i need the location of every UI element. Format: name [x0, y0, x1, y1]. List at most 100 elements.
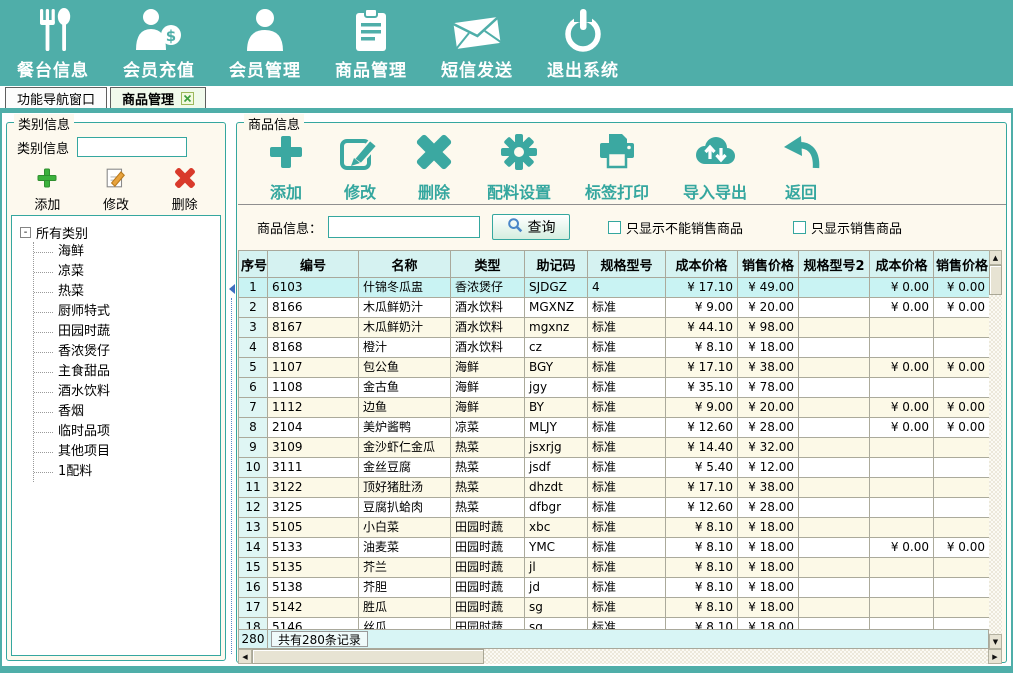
table-cell[interactable]: 热菜 — [451, 498, 525, 518]
column-header[interactable]: 销售价格 — [934, 251, 990, 278]
row-number-cell[interactable]: 6 — [239, 378, 268, 398]
table-cell[interactable]: 美炉酱鸭 — [359, 418, 451, 438]
column-header[interactable]: 编号 — [268, 251, 359, 278]
table-cell[interactable]: 豆腐扒蛤肉 — [359, 498, 451, 518]
table-cell[interactable]: 标准 — [588, 518, 666, 538]
table-cell[interactable]: ¥ 28.00 — [738, 498, 799, 518]
table-row[interactable]: 16103什锦冬瓜盅香浓煲仔SJDGZ4¥ 17.10¥ 49.00¥ 0.00… — [239, 278, 990, 298]
table-cell[interactable]: 标准 — [588, 438, 666, 458]
table-cell[interactable] — [799, 318, 870, 338]
category-delete-button[interactable]: 删除 — [172, 167, 198, 213]
table-cell[interactable]: 海鲜 — [451, 358, 525, 378]
table-cell[interactable]: 8168 — [268, 338, 359, 358]
table-cell[interactable]: dfbgr — [525, 498, 588, 518]
table-cell[interactable] — [934, 558, 990, 578]
table-cell[interactable]: ¥ 0.00 — [870, 538, 934, 558]
table-cell[interactable] — [870, 438, 934, 458]
row-number-cell[interactable]: 11 — [239, 478, 268, 498]
tab-product-mgmt[interactable]: 商品管理 — [110, 87, 206, 108]
query-button[interactable]: 查询 — [492, 214, 570, 240]
table-cell[interactable]: ¥ 12.60 — [666, 418, 738, 438]
column-header[interactable]: 名称 — [359, 251, 451, 278]
table-cell[interactable]: ¥ 49.00 — [738, 278, 799, 298]
table-cell[interactable]: 芥胆 — [359, 578, 451, 598]
table-cell[interactable]: ¥ 18.00 — [738, 618, 799, 630]
table-cell[interactable]: YMC — [525, 538, 588, 558]
table-cell[interactable]: ¥ 78.00 — [738, 378, 799, 398]
table-cell[interactable] — [870, 518, 934, 538]
table-cell[interactable] — [799, 598, 870, 618]
table-cell[interactable]: 4 — [588, 278, 666, 298]
table-cell[interactable]: 1108 — [268, 378, 359, 398]
scrollbar-thumb[interactable] — [252, 649, 484, 664]
label-print-button[interactable]: 标签打印 — [585, 133, 649, 203]
table-cell[interactable] — [870, 598, 934, 618]
toolbar-button-table-info[interactable]: 餐台信息 — [14, 5, 92, 81]
row-number-cell[interactable]: 13 — [239, 518, 268, 538]
table-cell[interactable]: ¥ 8.10 — [666, 578, 738, 598]
table-cell[interactable]: ¥ 32.00 — [738, 438, 799, 458]
product-add-button[interactable]: 添加 — [267, 133, 305, 203]
tree-item[interactable]: 凉菜 — [34, 262, 220, 282]
table-cell[interactable] — [799, 458, 870, 478]
row-number-cell[interactable]: 14 — [239, 538, 268, 558]
table-cell[interactable] — [799, 618, 870, 630]
table-cell[interactable] — [870, 478, 934, 498]
row-number-cell[interactable]: 9 — [239, 438, 268, 458]
table-cell[interactable]: 酒水饮料 — [451, 298, 525, 318]
table-cell[interactable]: 海鲜 — [451, 398, 525, 418]
table-cell[interactable] — [870, 498, 934, 518]
table-cell[interactable]: 标准 — [588, 578, 666, 598]
table-cell[interactable]: ¥ 18.00 — [738, 578, 799, 598]
table-cell[interactable]: ¥ 18.00 — [738, 558, 799, 578]
table-cell[interactable]: ¥ 0.00 — [870, 418, 934, 438]
row-number-cell[interactable]: 12 — [239, 498, 268, 518]
vertical-scrollbar[interactable]: ▲ ▼ — [989, 250, 1002, 649]
table-cell[interactable]: ¥ 5.40 — [666, 458, 738, 478]
scrollbar-track[interactable] — [989, 265, 1002, 634]
table-cell[interactable]: 包公鱼 — [359, 358, 451, 378]
table-cell[interactable]: 标准 — [588, 338, 666, 358]
table-cell[interactable]: ¥ 0.00 — [870, 398, 934, 418]
table-cell[interactable]: ¥ 8.10 — [666, 558, 738, 578]
table-cell[interactable]: jgy — [525, 378, 588, 398]
scroll-up-arrow-icon[interactable]: ▲ — [989, 250, 1002, 265]
table-cell[interactable] — [870, 578, 934, 598]
table-cell[interactable]: sg — [525, 598, 588, 618]
tab-nav-window[interactable]: 功能导航窗口 — [5, 87, 107, 108]
search-input[interactable] — [328, 216, 480, 238]
table-cell[interactable] — [934, 318, 990, 338]
table-cell[interactable]: 田园时蔬 — [451, 598, 525, 618]
table-cell[interactable] — [934, 518, 990, 538]
table-cell[interactable]: xbc — [525, 518, 588, 538]
table-cell[interactable]: 5105 — [268, 518, 359, 538]
table-row[interactable]: 71112边鱼海鲜BY标准¥ 9.00¥ 20.00¥ 0.00¥ 0.00 — [239, 398, 990, 418]
table-cell[interactable]: 标准 — [588, 538, 666, 558]
table-cell[interactable]: 标准 — [588, 558, 666, 578]
table-cell[interactable]: ¥ 38.00 — [738, 478, 799, 498]
table-cell[interactable]: 胜瓜 — [359, 598, 451, 618]
table-cell[interactable]: 田园时蔬 — [451, 578, 525, 598]
table-cell[interactable]: 热菜 — [451, 438, 525, 458]
table-cell[interactable]: cz — [525, 338, 588, 358]
checkbox-icon[interactable] — [608, 221, 621, 234]
table-cell[interactable]: 香浓煲仔 — [451, 278, 525, 298]
table-cell[interactable]: 标准 — [588, 598, 666, 618]
table-row[interactable]: 185146丝瓜田园时蔬sg标准¥ 8.10¥ 18.00 — [239, 618, 990, 630]
table-cell[interactable]: 标准 — [588, 398, 666, 418]
column-header[interactable]: 销售价格 — [738, 251, 799, 278]
table-cell[interactable]: ¥ 20.00 — [738, 298, 799, 318]
row-number-cell[interactable]: 3 — [239, 318, 268, 338]
checkbox-show-salable[interactable]: 只显示销售商品 — [793, 218, 902, 237]
table-cell[interactable] — [870, 558, 934, 578]
table-cell[interactable]: 6103 — [268, 278, 359, 298]
tree-item[interactable]: 厨师特式 — [34, 302, 220, 322]
tree-collapse-icon[interactable]: - — [20, 227, 31, 238]
table-cell[interactable]: ¥ 0.00 — [934, 278, 990, 298]
table-cell[interactable]: 油麦菜 — [359, 538, 451, 558]
table-cell[interactable] — [799, 538, 870, 558]
table-row[interactable]: 145133油麦菜田园时蔬YMC标准¥ 8.10¥ 18.00¥ 0.00¥ 0… — [239, 538, 990, 558]
table-cell[interactable]: ¥ 17.10 — [666, 478, 738, 498]
row-number-cell[interactable]: 8 — [239, 418, 268, 438]
table-cell[interactable] — [934, 438, 990, 458]
